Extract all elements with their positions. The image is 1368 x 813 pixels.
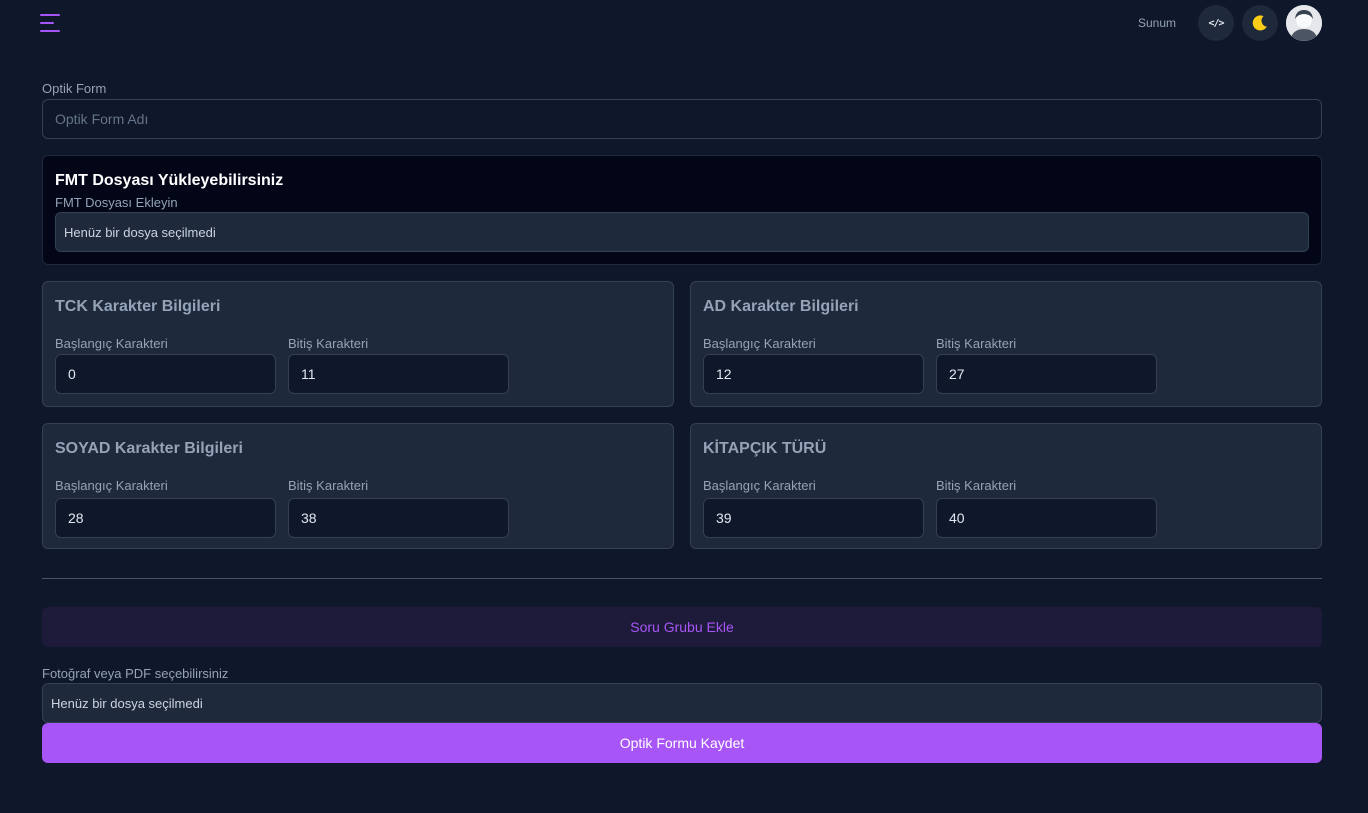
end-label: Bitiş Karakteri [936, 478, 1017, 493]
code-icon: </> [1208, 17, 1224, 29]
moon-icon [1252, 15, 1267, 31]
ad-end-input[interactable] [936, 354, 1157, 394]
save-optic-form-button[interactable]: Optik Formu Kaydet [42, 723, 1322, 763]
code-button[interactable]: </> [1198, 5, 1234, 41]
avatar-icon [1286, 5, 1322, 41]
upload-label: Fotoğraf veya PDF seçebilirsiniz [42, 666, 229, 681]
start-label: Başlangıç Karakteri [703, 478, 816, 493]
fmt-subtitle: FMT Dosyası Ekleyin [55, 195, 178, 210]
tck-card: TCK Karakter Bilgileri Başlangıç Karakte… [42, 281, 674, 407]
form-name-label: Optik Form [42, 81, 107, 96]
fmt-upload-card: FMT Dosyası Yükleyebilirsiniz FMT Dosyas… [42, 155, 1322, 265]
end-label: Bitiş Karakteri [936, 336, 1017, 351]
start-label: Başlangıç Karakteri [55, 336, 168, 351]
form-name-input[interactable] [42, 99, 1322, 139]
start-label: Başlangıç Karakteri [703, 336, 816, 351]
hamburger-menu-icon[interactable] [40, 14, 60, 32]
soyad-start-input[interactable] [55, 498, 276, 538]
divider [42, 578, 1322, 579]
fmt-title: FMT Dosyası Yükleyebilirsiniz [55, 172, 284, 189]
top-right-actions: Sunum </> [1138, 5, 1322, 41]
soyad-card: SOYAD Karakter Bilgileri Başlangıç Karak… [42, 423, 674, 549]
start-label: Başlangıç Karakteri [55, 478, 168, 493]
top-bar: Sunum </> [0, 0, 1368, 48]
end-label: Bitiş Karakteri [288, 478, 369, 493]
tck-end-input[interactable] [288, 354, 509, 394]
kitapcik-start-input[interactable] [703, 498, 924, 538]
photo-pdf-file-input[interactable]: Henüz bir dosya seçilmedi [42, 683, 1322, 723]
tck-start-input[interactable] [55, 354, 276, 394]
fmt-file-input[interactable]: Henüz bir dosya seçilmedi [55, 212, 1309, 252]
end-label: Bitiş Karakteri [288, 336, 369, 351]
card-title: TCK Karakter Bilgileri [55, 298, 221, 315]
user-avatar[interactable] [1286, 5, 1322, 41]
presentation-link[interactable]: Sunum [1138, 16, 1176, 30]
card-title: AD Karakter Bilgileri [703, 298, 859, 315]
kitapcik-card: KİTAPÇIK TÜRÜ Başlangıç Karakteri Bitiş … [690, 423, 1322, 549]
soyad-end-input[interactable] [288, 498, 509, 538]
theme-toggle-button[interactable] [1242, 5, 1278, 41]
ad-card: AD Karakter Bilgileri Başlangıç Karakter… [690, 281, 1322, 407]
card-title: KİTAPÇIK TÜRÜ [703, 440, 827, 457]
ad-start-input[interactable] [703, 354, 924, 394]
fmt-file-status: Henüz bir dosya seçilmedi [64, 224, 216, 240]
add-question-group-button[interactable]: Soru Grubu Ekle [42, 607, 1322, 647]
upload-file-status: Henüz bir dosya seçilmedi [51, 695, 203, 711]
card-title: SOYAD Karakter Bilgileri [55, 440, 243, 457]
kitapcik-end-input[interactable] [936, 498, 1157, 538]
